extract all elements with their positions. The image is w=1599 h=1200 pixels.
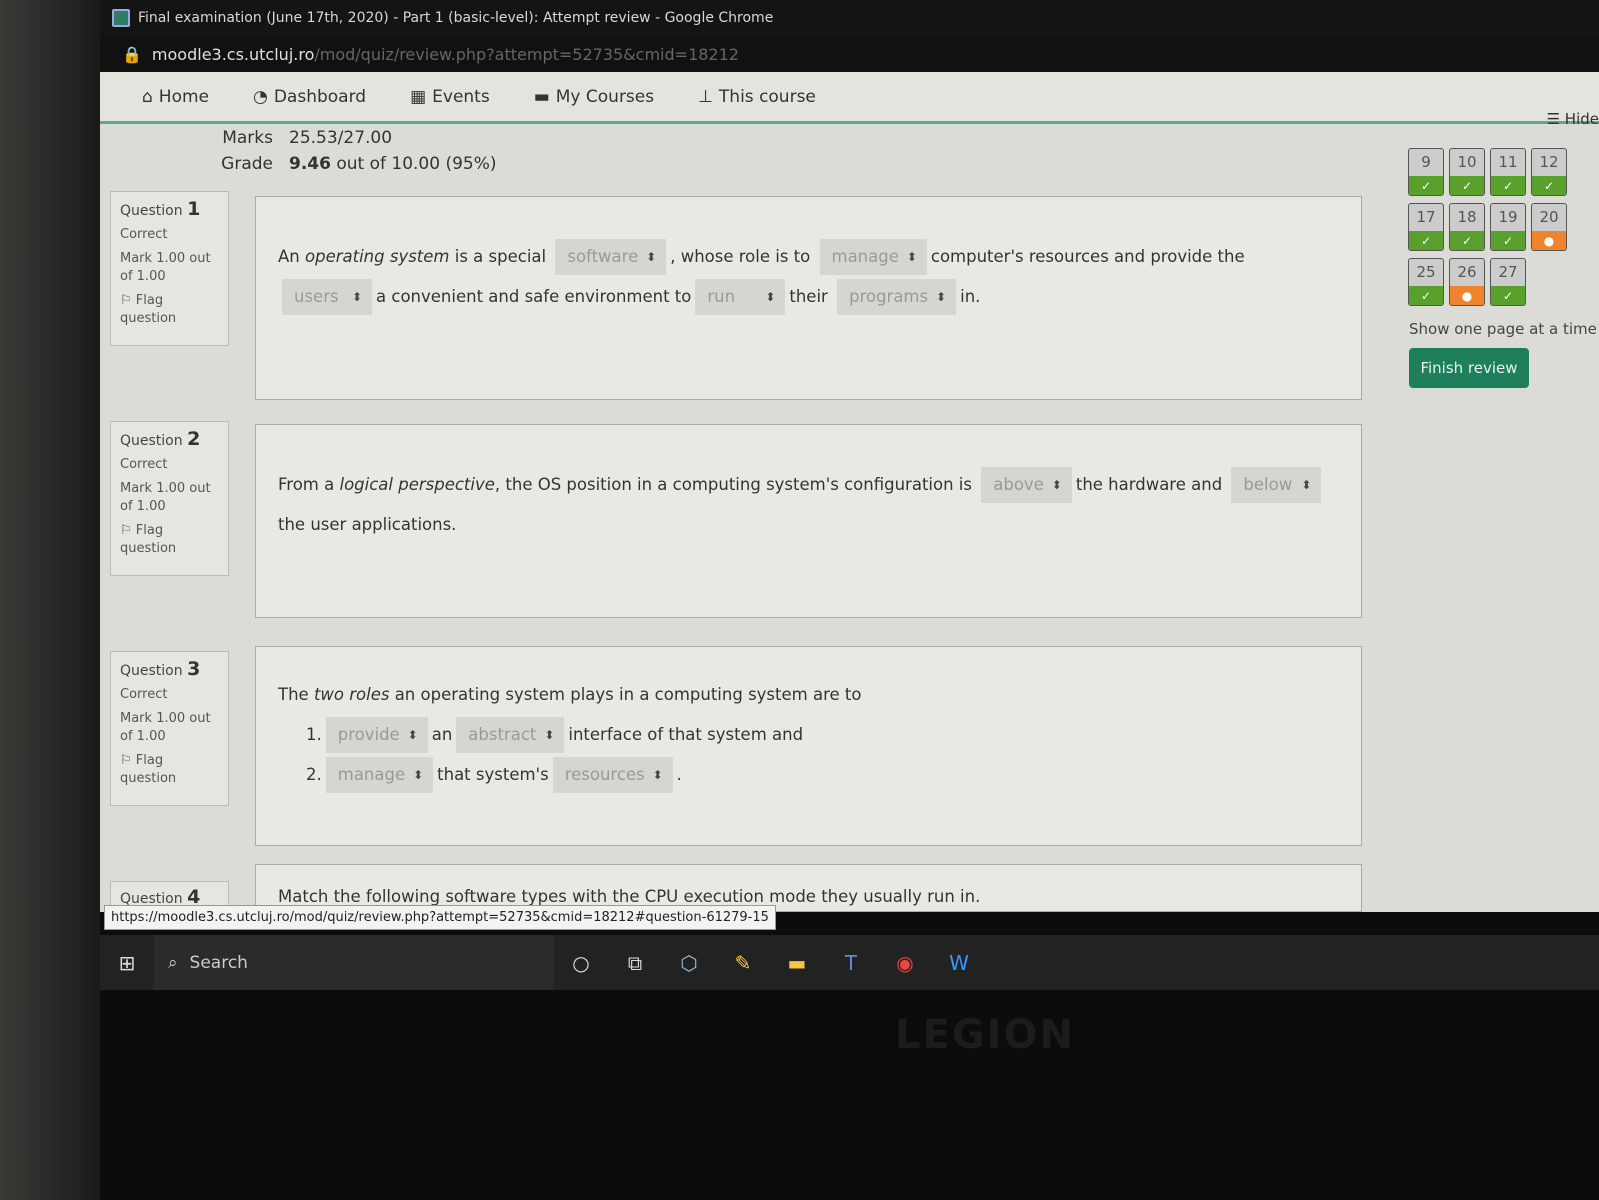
nav-events[interactable]: ▦ Events: [410, 87, 490, 107]
flag-question-link[interactable]: ⚐ Flag question: [120, 292, 219, 328]
nav-home[interactable]: ⌂ Home: [142, 87, 209, 107]
home-icon: ⌂: [142, 86, 153, 107]
answer-select[interactable]: run: [695, 279, 786, 315]
briefcase-icon: ▬: [533, 86, 550, 107]
quiz-nav-button-17[interactable]: 17 ✓: [1408, 203, 1444, 251]
quiz-nav-button-12[interactable]: 12 ✓: [1531, 148, 1567, 196]
nav-dashboard[interactable]: ◔ Dashboard: [253, 87, 366, 107]
virtualbox-icon[interactable]: ⬡: [662, 951, 716, 975]
flag-question-link[interactable]: ⚐ Flag question: [120, 752, 219, 788]
taskbar-search[interactable]: ⌕ Search: [154, 935, 554, 990]
lock-icon: 🔒: [122, 44, 142, 64]
url-host: moodle3.cs.utcluj.ro: [151, 44, 315, 64]
quiz-nav-button-26[interactable]: 26 ●: [1449, 258, 1485, 306]
legion-logo: LEGION: [895, 1012, 1076, 1058]
question-content-2: From a logical perspective, the OS posit…: [255, 424, 1362, 618]
browser-title-bar: Final examination (June 17th, 2020) - Pa…: [100, 0, 1599, 36]
question-number: 11: [1498, 153, 1518, 171]
window-title: Final examination (June 17th, 2020) - Pa…: [138, 10, 774, 26]
dashboard-icon: ◔: [253, 86, 268, 107]
windows-taskbar: ⊞ ⌕ Search ○ ⧉ ⬡ ✎ ▬ T ◉ W: [100, 935, 1599, 990]
nav-this-course[interactable]: ⊥ This course: [698, 87, 816, 107]
check-icon: ✓: [1491, 231, 1525, 250]
answer-select[interactable]: provide: [325, 717, 428, 753]
question-number: 20: [1539, 208, 1559, 226]
answer-select[interactable]: programs: [837, 279, 957, 315]
address-bar[interactable]: 🔒 moodle3.cs.utcluj.ro/mod/quiz/review.ph…: [100, 36, 1599, 72]
question-number: 17: [1416, 208, 1436, 226]
calendar-icon: ▦: [410, 86, 427, 107]
question-content-1: An operating system is a special softwar…: [255, 196, 1362, 400]
list-icon: ☰: [1546, 110, 1565, 128]
check-icon: ✓: [1491, 286, 1525, 305]
sitemap-icon: ⊥: [698, 86, 713, 107]
answer-select[interactable]: resources: [552, 757, 673, 793]
show-one-page-link[interactable]: Show one page at a time: [1409, 320, 1597, 338]
task-view-icon[interactable]: ⧉: [608, 951, 662, 975]
cortana-icon[interactable]: ○: [554, 951, 608, 975]
search-icon: ⌕: [168, 952, 178, 973]
check-icon: ✓: [1409, 286, 1443, 305]
question-info-2: Question 2 Correct Mark 1.00 out of 1.00…: [110, 421, 229, 576]
marks-row: Marks 25.53/27.00: [222, 128, 393, 148]
question-number: 10: [1457, 153, 1477, 171]
check-icon: ✓: [1491, 176, 1525, 195]
check-icon: ✓: [1532, 176, 1566, 195]
quiz-nav-button-19[interactable]: 19 ✓: [1490, 203, 1526, 251]
quiz-nav-button-27[interactable]: 27 ✓: [1490, 258, 1526, 306]
question-number: 12: [1539, 153, 1559, 171]
partial-dot-icon: ●: [1532, 231, 1566, 250]
check-icon: ✓: [1409, 176, 1443, 195]
nav-my-courses[interactable]: ▬ My Courses: [534, 87, 654, 107]
word-icon[interactable]: W: [932, 951, 986, 975]
quiz-nav-button-9[interactable]: 9 ✓: [1408, 148, 1444, 196]
flag-question-link[interactable]: ⚐ Flag question: [120, 522, 219, 558]
status-url-tooltip: https://moodle3.cs.utcluj.ro/mod/quiz/re…: [104, 905, 776, 930]
question-info-1: Question 1 Correct Mark 1.00 out of 1.00…: [110, 191, 229, 346]
answer-select[interactable]: users: [282, 279, 372, 315]
question-number: 9: [1421, 153, 1431, 171]
hide-blocks-button[interactable]: ☰ Hide: [1547, 110, 1599, 128]
answer-select[interactable]: manage: [325, 757, 434, 793]
answer-select[interactable]: abstract: [456, 717, 565, 753]
question-state: Correct: [120, 227, 168, 242]
chrome-icon[interactable]: ◉: [878, 951, 932, 975]
answer-select[interactable]: above: [981, 467, 1072, 503]
windows-start-icon[interactable]: ⊞: [100, 951, 154, 975]
question-mark: Mark 1.00 out of 1.00: [120, 251, 211, 284]
question-number: 27: [1498, 263, 1518, 281]
check-icon: ✓: [1409, 231, 1443, 250]
quiz-nav-button-11[interactable]: 11 ✓: [1490, 148, 1526, 196]
monitor-bezel: [0, 0, 100, 1200]
paint-icon[interactable]: ✎: [716, 951, 770, 975]
quiz-nav-button-10[interactable]: 10 ✓: [1449, 148, 1485, 196]
top-nav: ⌂ Home ◔ Dashboard ▦ Events ▬ My Courses ⊥ Th…: [100, 72, 1599, 124]
finish-review-button[interactable]: Finish review: [1409, 348, 1529, 388]
file-explorer-icon[interactable]: ▬: [770, 951, 824, 975]
quiz-nav-button-18[interactable]: 18 ✓: [1449, 203, 1485, 251]
question-number: 25: [1416, 263, 1436, 281]
url-path: /mod/quiz/review.php?attempt=52735&cmid=…: [314, 44, 739, 64]
quiz-nav-button-20[interactable]: 20 ●: [1531, 203, 1567, 251]
quiz-nav-button-25[interactable]: 25 ✓: [1408, 258, 1444, 306]
answer-select[interactable]: below: [1231, 467, 1322, 503]
grade-row: Grade 9.46 out of 10.00 (95%): [221, 154, 497, 174]
check-icon: ✓: [1450, 176, 1484, 195]
question-content-3: The two roles an operating system plays …: [255, 646, 1362, 846]
question-number: 18: [1457, 208, 1477, 226]
moodle-app-icon: [112, 9, 130, 27]
answer-select[interactable]: manage: [819, 239, 927, 275]
check-icon: ✓: [1450, 231, 1484, 250]
partial-dot-icon: ●: [1450, 286, 1484, 305]
answer-select[interactable]: software: [555, 239, 667, 275]
question-info-3: Question 3 Correct Mark 1.00 out of 1.00…: [110, 651, 229, 806]
teams-icon[interactable]: T: [824, 951, 878, 975]
question-number: 26: [1457, 263, 1477, 281]
question-number: 19: [1498, 208, 1518, 226]
